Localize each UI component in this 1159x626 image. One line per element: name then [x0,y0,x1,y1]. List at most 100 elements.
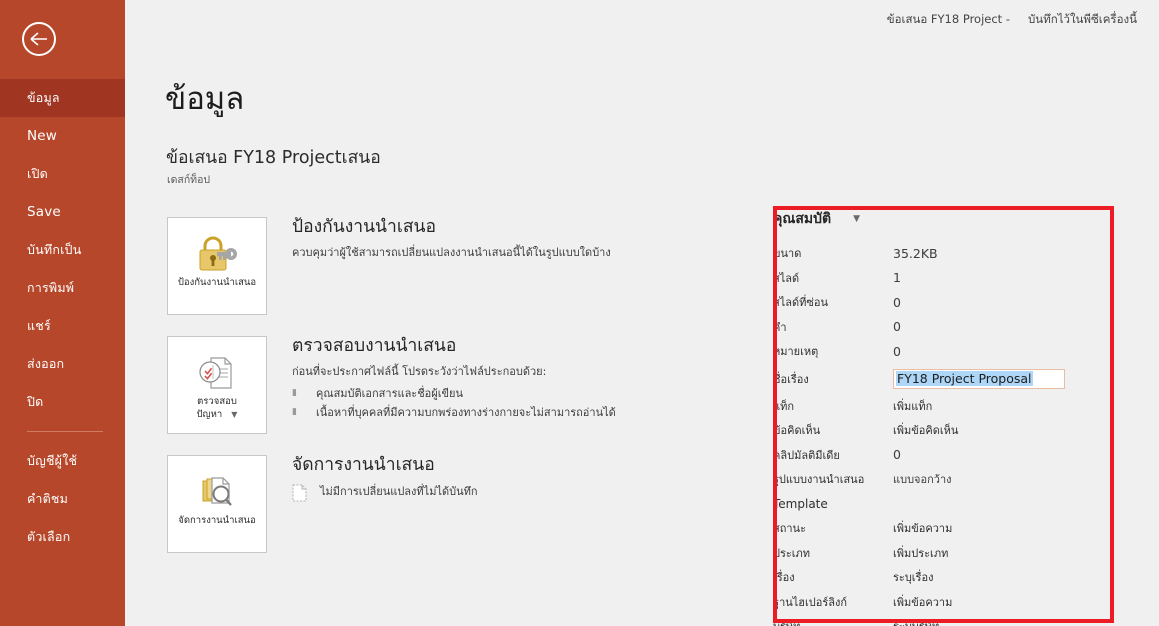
sidebar-item-label: ข้อมูล [27,90,60,105]
lock-key-icon [193,231,241,277]
section-description: ควบคุมว่าผู้ใช้สามารถเปลี่ยนแปลงงานนำเสน… [292,246,611,259]
check-for-issues-tile-label-text: ปัญหา [196,408,223,420]
property-value[interactable]: เพิ่มประเภท [893,544,948,562]
title-input-wrapper: FY18 Project Proposal [893,368,1065,389]
sidebar-item-save-as[interactable]: บันทึกเป็น [0,231,125,269]
sidebar-item-print[interactable]: การพิมพ์ [0,269,125,307]
property-value[interactable]: ระบุบริษัท [893,617,939,626]
chevron-down-icon[interactable]: ▼ [853,214,860,224]
property-label: ประเภท [773,546,811,560]
bullet-text: เนื้อหาที่บุคคลที่มีความบกพร่องทางร่างกา… [316,405,616,419]
backstage-sidebar: ข้อมูล New เปิด Save บันทึกเป็น การพิมพ์… [0,0,125,626]
chevron-down-icon[interactable]: ▼ [231,410,237,419]
protect-presentation-tile-label: ป้องกันงานนำเสนอ [177,277,257,288]
document-title-label: ข้อเสนอ FY18 Project - [886,12,1010,26]
property-value: 0 [893,294,901,310]
sidebar-item-options[interactable]: ตัวเลือก [0,518,125,556]
inspect-presentation-body: ตรวจสอบงานนำเสนอ ก่อนที่จะประกาศไฟล์นี้ … [292,336,852,422]
property-label: ฐานไฮเปอร์ลิงก์ [773,595,848,609]
property-value: แบบจอกว้าง [893,473,952,487]
property-row-tags: แท็ก เพิ่มแท็ก [773,394,1113,419]
back-arrow-icon [30,32,47,46]
sidebar-item-new[interactable]: New [0,117,125,155]
property-value[interactable]: เพิ่มข้อคิดเห็น [893,421,958,439]
sidebar-item-label: บันทึกเป็น [27,242,82,257]
backstage-content: ข้อมูล ข้อเสนอ FY18 Projectเสนอ เดสก์ท็อ… [125,40,1159,626]
sidebar-item-label: แชร์ [27,318,51,333]
properties-header[interactable]: คุณสมบัติ ▼ [773,208,1113,230]
protect-presentation-button[interactable]: ป้องกันงานนำเสนอ [167,217,267,315]
document-path: เดสก์ท็อป [167,174,211,186]
property-label: เรื่อง [773,571,795,585]
sidebar-item-export[interactable]: ส่งออก [0,345,125,383]
bullet-text: คุณสมบัติเอกสารและชื่อผู้เขียน [316,386,463,400]
property-label: ขนาด [773,247,802,261]
sidebar-item-label: Save [27,204,61,220]
sidebar-item-close[interactable]: ปิด [0,383,125,421]
sidebar-item-share[interactable]: แชร์ [0,307,125,345]
property-row-company: บริษัท ระบุบริษัท [773,614,1113,626]
check-for-issues-tile-label-line2: ปัญหา ▼ [193,409,242,422]
property-row-hyperlink-base: ฐานไฮเปอร์ลิงก์ เพิ่มข้อความ [773,590,1113,615]
property-value[interactable]: ระบุเรื่อง [893,568,933,586]
inspect-bullet-list: ▮ คุณสมบัติเอกสารและชื่อผู้เขียน ▮ เนื้อ… [292,385,852,422]
property-label: คำ [773,320,787,334]
property-row-categories: ประเภท เพิ่มประเภท [773,541,1113,566]
sidebar-item-label: การพิมพ์ [27,280,75,295]
property-label: คลิปมัลติมีเดีย [773,448,840,462]
property-row-comments: ข้อคิดเห็น เพิ่มข้อคิดเห็น [773,418,1113,443]
sidebar-item-account[interactable]: บัญชีผู้ใช้ [0,442,125,480]
sidebar-item-feedback[interactable]: คำติชม [0,480,125,518]
property-label: แท็ก [773,399,795,413]
sidebar-item-save[interactable]: Save [0,193,125,231]
title-input[interactable] [893,368,1065,389]
manage-presentation-button[interactable]: จัดการงานนำเสนอ [167,455,267,553]
property-row-notes: หมายเหตุ 0 [773,339,1113,364]
property-row-slides: สไลด์ 1 [773,266,1113,291]
section-heading: ป้องกันงานนำเสนอ [292,217,436,237]
property-label: สถานะ [773,522,806,536]
sidebar-item-info[interactable]: ข้อมูล [0,79,125,117]
property-row-multimedia-clips: คลิปมัลติมีเดีย 0 [773,443,1113,468]
property-label: ข้อคิดเห็น [773,424,821,438]
sidebar-item-label: ปิด [27,394,44,409]
property-row-hidden-slides: สไลด์ที่ซ่อน 0 [773,290,1113,315]
property-label: หมายเหตุ [773,345,819,359]
manage-status-text: ไม่มีการเปลี่ยนแปลงที่ไม่ได้บันทึก [320,485,478,498]
topbar: ข้อเสนอ FY18 Project - บันทึกไว้ในพีซีเค… [125,0,1159,40]
property-value: 1 [893,270,901,286]
property-value[interactable]: เพิ่มข้อความ [893,593,952,611]
property-value: 0 [893,447,901,463]
save-location-label: บันทึกไว้ในพีซีเครื่องนี้ [1028,12,1137,26]
section-heading: จัดการงานนำเสนอ [292,455,435,475]
section-description: ก่อนที่จะประกาศไฟล์นี้ โปรดระวังว่าไฟล์ป… [292,365,547,378]
document-name: ข้อเสนอ FY18 Projectเสนอ [166,148,381,168]
property-label: บริษัท [773,617,893,626]
bullet-marker-icon: ▮ [292,387,297,398]
property-label: สไลด์ [773,271,800,285]
back-button[interactable] [22,22,56,56]
property-value: 0 [893,343,901,359]
sidebar-item-open[interactable]: เปิด [0,155,125,193]
properties-panel: คุณสมบัติ ▼ ขนาด 35.2KB สไลด์ 1 สไลด์ที่… [773,208,1113,626]
sidebar-item-label: บัญชีผู้ใช้ [27,453,78,468]
list-item: ▮ เนื้อหาที่บุคคลที่มีความบกพร่องทางร่าง… [292,404,852,423]
property-value[interactable]: เพิ่มข้อความ [893,519,952,537]
manage-status-row: ไม่มีการเปลี่ยนแปลงที่ไม่ได้บันทึก [292,484,852,506]
property-value: 35.2KB [893,245,938,261]
sidebar-nav: ข้อมูล New เปิด Save บันทึกเป็น การพิมพ์… [0,79,125,556]
list-item: ▮ คุณสมบัติเอกสารและชื่อผู้เขียน [292,385,852,404]
property-row-title: ชื่อเรื่อง FY18 Project Proposal [773,364,1113,394]
property-row-size: ขนาด 35.2KB [773,241,1113,266]
bullet-marker-icon: ▮ [292,406,297,417]
property-row-template: Template [773,492,1113,517]
check-for-issues-button[interactable]: ตรวจสอบ ปัญหา ▼ [167,336,267,434]
property-label: รูปแบบงานนำเสนอ [773,473,865,487]
sidebar-item-label: New [27,128,58,144]
property-value[interactable]: เพิ่มแท็ก [893,397,932,415]
inspect-document-icon [193,350,241,396]
section-heading: ตรวจสอบงานนำเสนอ [292,336,457,356]
sidebar-item-label: คำติชม [27,491,69,506]
sidebar-item-label: เปิด [27,166,48,181]
protect-presentation-body: ป้องกันงานนำเสนอ ควบคุมว่าผู้ใช้สามารถเป… [292,217,852,261]
